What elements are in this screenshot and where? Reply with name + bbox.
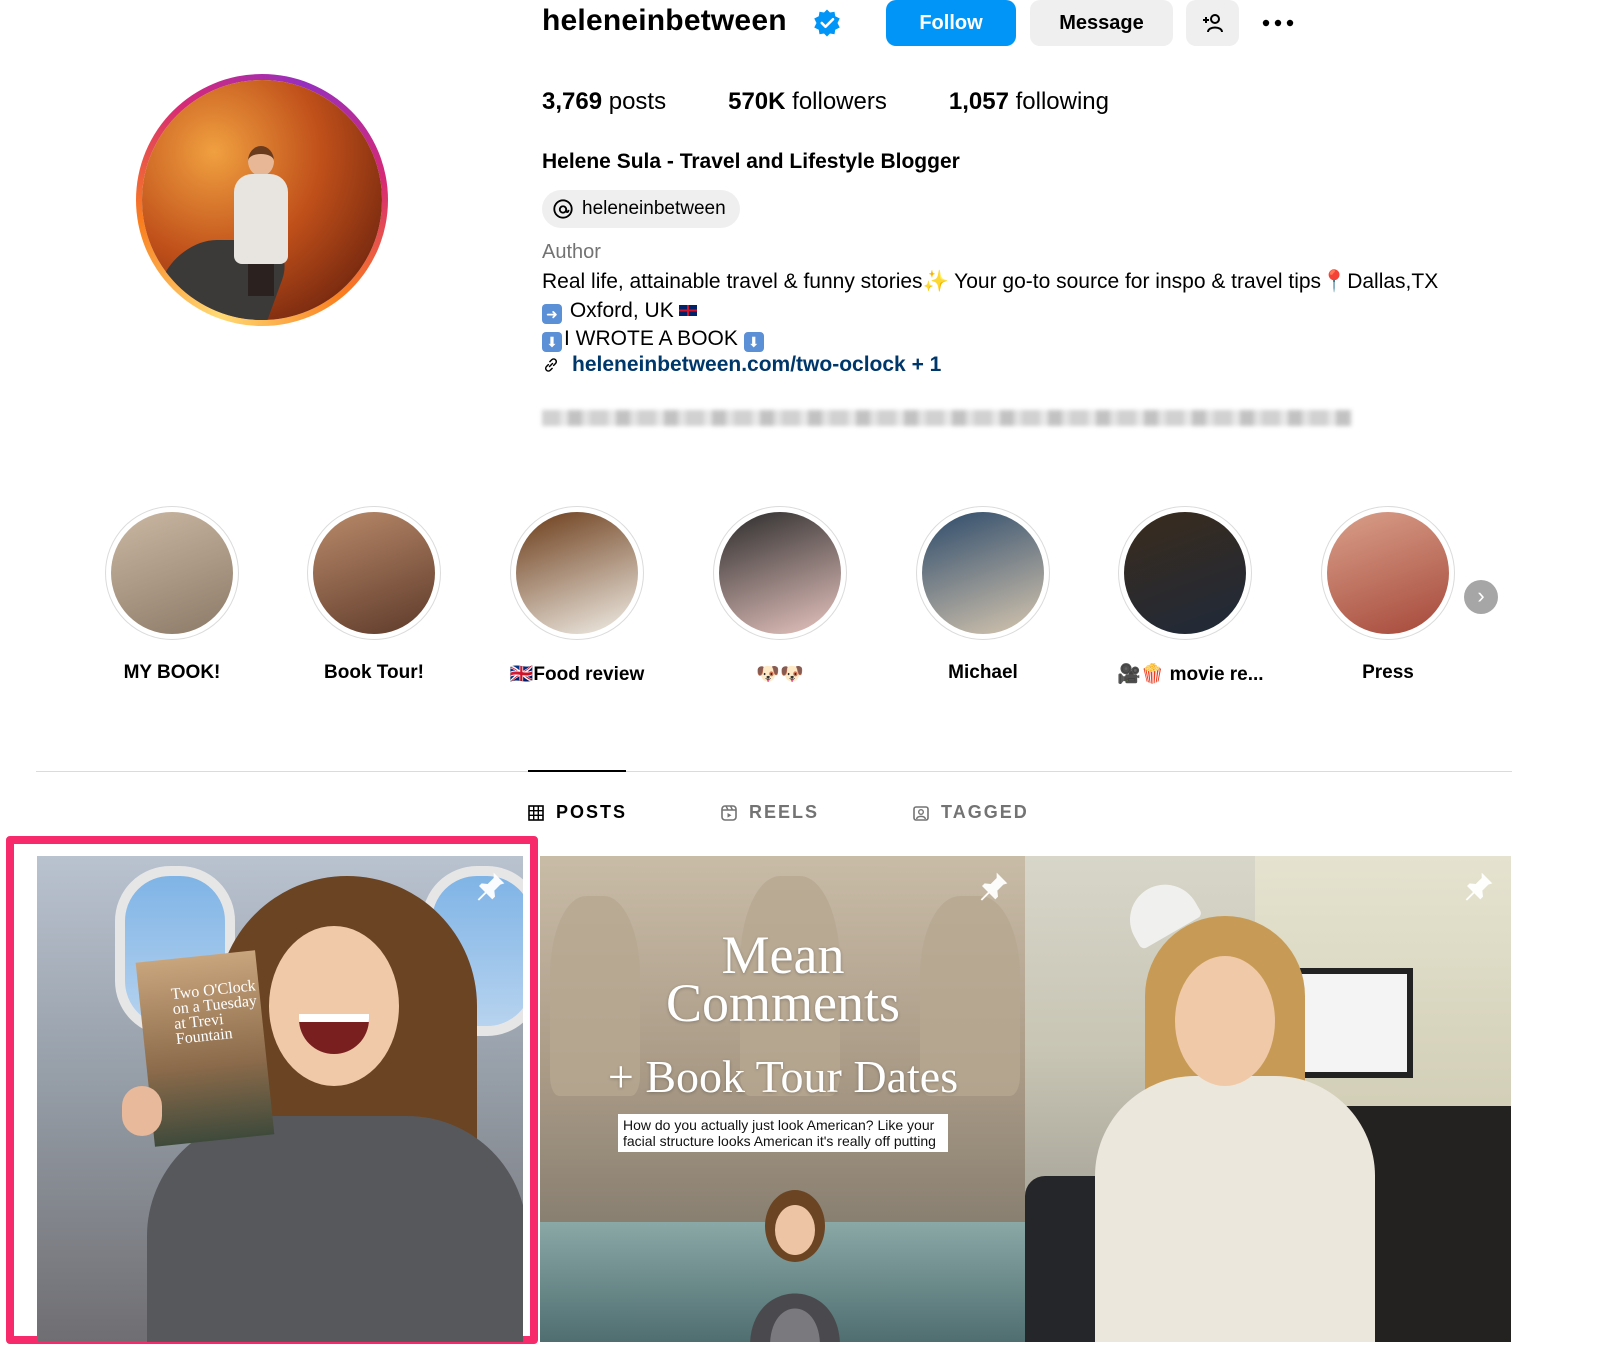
highlight-item[interactable]: 🎥🍿 movie re... (1117, 506, 1264, 686)
profile-username: heleneinbetween (542, 4, 787, 37)
highlight-item[interactable]: MY BOOK! (104, 506, 240, 684)
tagged-icon (913, 805, 929, 821)
post-thumbnail[interactable]: Mean Comments + Book Tour Dates How do y… (540, 856, 1026, 1342)
person-hand (122, 1086, 162, 1136)
story-highlights: MY BOOK! Book Tour! 🇬🇧Food review 🐶🐶 Michael… (104, 506, 1504, 686)
profile-full-name: Helene Sula - Travel and Lifestyle Blogg… (542, 150, 960, 173)
highlight-label: 🇬🇧Food review (509, 664, 645, 685)
tab-reels[interactable]: REELS (721, 802, 819, 823)
bio-line: ⬇ I WROTE A BOOK ⬇ (542, 325, 1438, 354)
threads-icon (553, 199, 573, 219)
blurred-mutual-followers (542, 410, 1352, 426)
person-sweater (1095, 1076, 1375, 1342)
highlight-cover (1124, 512, 1246, 634)
posts-count[interactable]: 3,769 posts (542, 88, 666, 116)
reels-icon (721, 804, 737, 821)
comment-caption: How do you actually just look American? … (618, 1114, 948, 1152)
threads-handle: heleneinbetween (582, 198, 726, 219)
active-tab-indicator (528, 770, 626, 772)
highlight-item[interactable]: Michael (915, 506, 1051, 684)
profile-category: Author (542, 241, 601, 263)
highlight-ring (1118, 506, 1252, 640)
more-options-icon[interactable] (1258, 8, 1298, 38)
tabs-divider (36, 771, 1512, 772)
profile-bio: Real life, attainable travel & funny sto… (542, 268, 1438, 354)
highlight-label: 🎥🍿 movie re... (1117, 664, 1264, 685)
highlight-label: Michael (948, 662, 1018, 683)
avatar-person (234, 146, 288, 296)
pinned-post-icon (980, 872, 1008, 901)
uk-flag-icon (677, 303, 698, 317)
add-person-icon (1202, 14, 1223, 33)
followers-count[interactable]: 570K followers (728, 88, 887, 116)
avatar-photo (142, 80, 382, 320)
highlight-cover (922, 512, 1044, 634)
profile-avatar[interactable] (136, 74, 388, 326)
highlight-cover (111, 512, 233, 634)
highlight-item[interactable]: Press (1320, 506, 1456, 684)
highlight-cover (1327, 512, 1449, 634)
post-title-line: + Book Tour Dates (607, 1051, 959, 1102)
highlight-ring (105, 506, 239, 640)
highlight-label: Press (1362, 662, 1414, 683)
highlight-cover (719, 512, 841, 634)
woman-figure (750, 1190, 840, 1342)
pinned-post-icon (1465, 872, 1493, 901)
down-arrow-icon: ⬇ (743, 332, 764, 352)
down-arrow-icon: ⬇ (542, 332, 562, 352)
message-button[interactable]: Message (1030, 0, 1173, 46)
suggest-accounts-button[interactable] (1186, 0, 1239, 46)
highlight-label: 🐶🐶 (756, 664, 804, 685)
highlight-ring (510, 506, 644, 640)
link-icon (544, 358, 558, 372)
tab-tagged[interactable]: TAGGED (913, 802, 1029, 823)
following-count[interactable]: 1,057 following (949, 88, 1109, 116)
verified-badge-icon (814, 9, 840, 37)
person-jacket (147, 1116, 523, 1342)
highlight-item[interactable]: 🇬🇧Food review (509, 506, 645, 686)
post-thumbnail[interactable] (1025, 856, 1511, 1342)
highlight-ring (1321, 506, 1455, 640)
post-title-line: Comments (665, 973, 900, 1033)
right-arrow-icon: ➜ (542, 303, 562, 324)
highlights-next-icon[interactable]: › (1464, 580, 1498, 614)
threads-profile-link[interactable]: heleneinbetween (542, 190, 740, 228)
highlight-cover (516, 512, 638, 634)
pinned-post-icon (477, 872, 505, 901)
highlight-item[interactable]: 🐶🐶 (712, 506, 848, 686)
highlight-cover (313, 512, 435, 634)
highlight-ring (713, 506, 847, 640)
grid-icon (528, 804, 544, 821)
profile-stats: 3,769 posts 570K followers 1,057 followi… (542, 88, 1171, 116)
profile-tabs: POSTS REELS TAGGED (528, 802, 1123, 823)
follow-button[interactable]: Follow (886, 0, 1016, 46)
bio-website-link[interactable]: heleneinbetween.com/two-oclock + 1 (542, 353, 941, 377)
person-face (269, 926, 399, 1086)
bio-line: ➜ Oxford, UK (542, 297, 1438, 326)
highlight-ring (307, 506, 441, 640)
highlight-label: MY BOOK! (123, 662, 221, 683)
post-thumbnail[interactable]: Two O'Clock on a Tuesday at Trevi Founta… (37, 856, 523, 1342)
bio-line: Real life, attainable travel & funny sto… (542, 270, 1439, 293)
highlight-label: Book Tour! (324, 662, 424, 683)
highlight-item[interactable]: Book Tour! (306, 506, 442, 684)
highlight-ring (916, 506, 1050, 640)
tab-posts[interactable]: POSTS (528, 802, 627, 823)
person-face (1175, 956, 1275, 1086)
